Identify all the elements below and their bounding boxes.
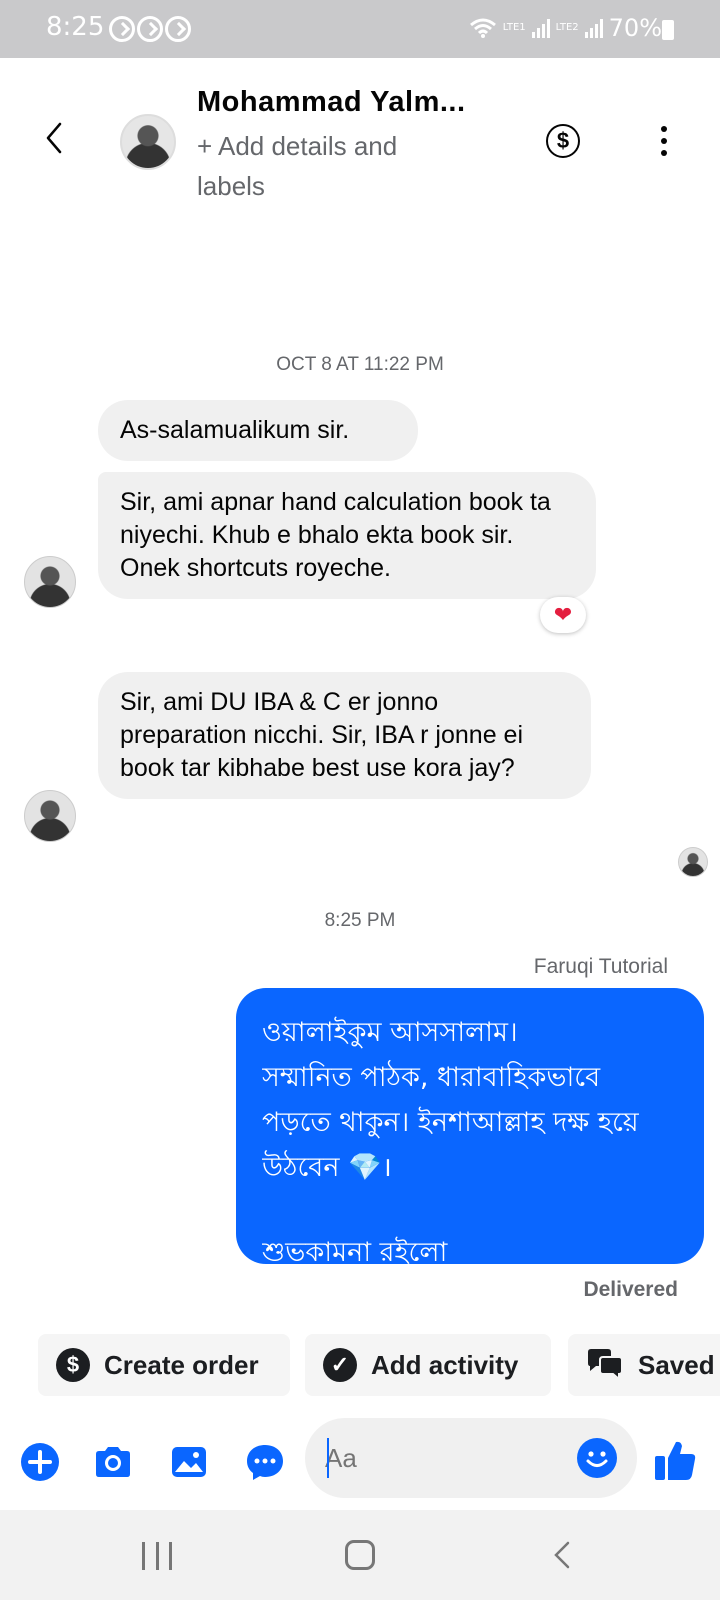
chat-bubbles-icon — [588, 1349, 623, 1382]
more-vertical-icon[interactable] — [654, 126, 674, 160]
wifi-icon — [469, 18, 496, 38]
emoji-icon[interactable] — [577, 1438, 617, 1478]
message-line: উঠবেন 💎। — [262, 1152, 392, 1183]
add-activity-button[interactable]: ✓ Add activity — [305, 1334, 551, 1396]
incoming-message[interactable]: Sir, ami apnar hand calculation book ta … — [98, 472, 596, 599]
system-nav-bar — [0, 1510, 720, 1600]
chat-icon[interactable] — [245, 1442, 285, 1482]
message-composer[interactable] — [305, 1418, 637, 1498]
dollar-icon[interactable]: $ — [546, 124, 580, 158]
plus-icon[interactable] — [20, 1442, 60, 1482]
contact-avatar[interactable] — [120, 114, 176, 170]
incoming-message[interactable]: As-salamualikum sir. — [98, 400, 418, 461]
signal-icon — [584, 18, 603, 38]
message-line: শুভকামনা রইলো — [262, 1237, 448, 1268]
outgoing-message[interactable]: ওয়ালাইকুম আসসালাম। সম্মানিত পাঠক, ধারাব… — [236, 988, 704, 1268]
saved-replies-button[interactable]: Saved — [568, 1334, 720, 1396]
heart-icon: ❤ — [553, 602, 573, 627]
incoming-message[interactable]: Sir, ami DU IBA & C er jonno preparation… — [98, 672, 591, 799]
sender-avatar[interactable] — [24, 556, 76, 608]
notification-icon — [109, 16, 135, 42]
battery-percent: 70% — [608, 14, 662, 42]
text-cursor — [327, 1438, 329, 1478]
message-input[interactable] — [325, 1440, 555, 1476]
contact-name[interactable]: Mohammad Yalm... — [197, 86, 466, 119]
notification-icons — [109, 16, 191, 42]
battery-icon — [662, 20, 674, 40]
camera-icon[interactable] — [93, 1442, 133, 1482]
back-arrow-icon[interactable] — [36, 120, 72, 156]
dollar-icon: $ — [56, 1348, 90, 1382]
reaction-badge[interactable]: ❤ — [540, 597, 586, 633]
signal-icon — [531, 18, 550, 38]
sender-label: Faruqi Tutorial — [533, 955, 668, 978]
seen-avatar — [678, 847, 708, 877]
message-line: সম্মানিত পাঠক, ধারাবাহিকভাবে — [262, 1062, 601, 1093]
status-time: 8:25 — [46, 12, 105, 42]
saved-label: Saved — [638, 1349, 715, 1380]
chat-header: Mohammad Yalm... + Add details and label… — [0, 58, 720, 208]
notification-icon — [165, 16, 191, 42]
status-right: LTE1 LTE2 70% — [469, 14, 662, 42]
system-back-icon[interactable] — [548, 1540, 578, 1570]
home-icon[interactable] — [345, 1540, 375, 1570]
recent-apps-icon[interactable] — [142, 1542, 172, 1570]
notification-icon — [137, 16, 163, 42]
status-bar: 8:25 LTE1 LTE2 70% — [0, 0, 720, 58]
lte1-label: LTE1 — [502, 22, 526, 33]
add-details-link[interactable]: + Add details and labels — [197, 126, 457, 206]
timestamp: 8:25 PM — [324, 910, 396, 931]
sender-avatar[interactable] — [24, 790, 76, 842]
create-order-label: Create order — [104, 1349, 259, 1380]
timestamp: OCT 8 AT 11:22 PM — [276, 354, 444, 375]
gallery-icon[interactable] — [169, 1442, 209, 1482]
thumbs-up-icon[interactable] — [653, 1438, 697, 1482]
lte2-label: LTE2 — [555, 22, 579, 33]
create-order-button[interactable]: $ Create order — [38, 1334, 290, 1396]
delivery-status: Delivered — [583, 1278, 678, 1301]
message-line: ওয়ালাইকুম আসসালাম। — [262, 1017, 518, 1048]
add-activity-label: Add activity — [371, 1349, 519, 1380]
check-circle-icon: ✓ — [323, 1348, 357, 1382]
message-line: পড়তে থাকুন। ইনশাআল্লাহ দক্ষ হয়ে — [262, 1107, 639, 1138]
